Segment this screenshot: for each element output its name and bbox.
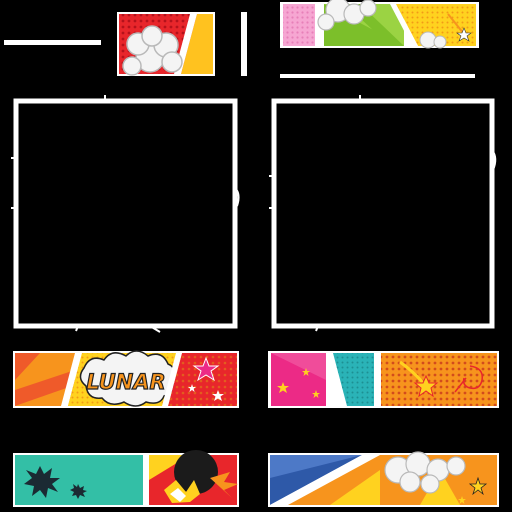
- right-empty-frame: [269, 95, 497, 332]
- right-star-comic-strip: [268, 351, 499, 408]
- comic-panel-sheet: LUNAR: [0, 0, 512, 512]
- left-empty-frame: [11, 95, 240, 333]
- lunar-title: LUNAR: [86, 370, 165, 394]
- bottom-right-comic-strip: [268, 451, 499, 507]
- top-left-rule: [4, 40, 101, 45]
- top-left-comic-panel: [117, 12, 215, 76]
- top-right-rule: [280, 74, 475, 78]
- top-vertical-rule: [241, 12, 247, 76]
- bottom-left-comic-strip: [13, 450, 239, 507]
- comic-sheet-canvas: LUNAR: [4, 0, 499, 507]
- top-right-comic-panel: [280, 0, 479, 49]
- left-lunar-comic-strip: LUNAR: [13, 350, 239, 408]
